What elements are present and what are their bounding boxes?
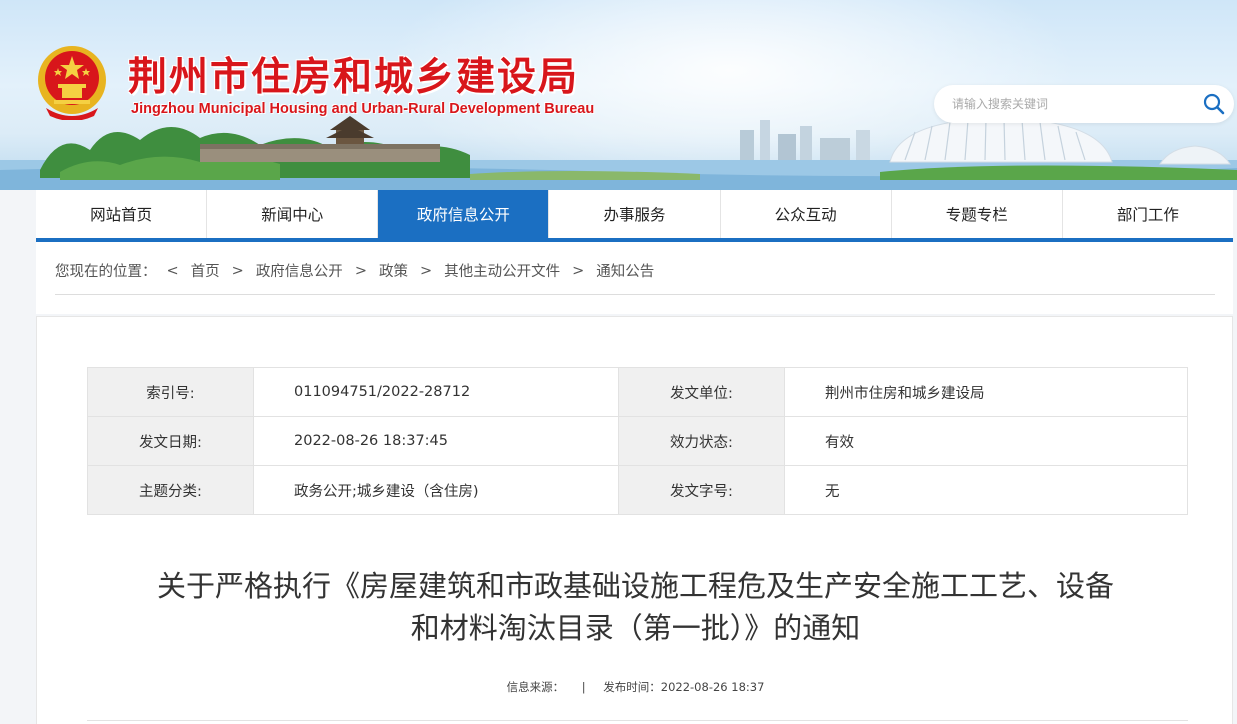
breadcrumb-lead-arrow: < [166,262,179,279]
table-row: 索引号: 011094751/2022-28712 发文单位: 荆州市住房和城乡… [87,367,1188,417]
breadcrumb-link-other-files[interactable]: 其他主动公开文件 [444,260,560,281]
nav-item-interaction[interactable]: 公众互动 [721,190,892,238]
breadcrumb-prefix: 您现在的位置： [55,264,157,280]
breadcrumb-separator: > [231,262,244,279]
article-divider [87,720,1188,721]
article-title-line: 关于严格执行《房屋建筑和市政基础设施工程危及生产安全施工工艺、设备 [156,569,1114,603]
nav-item-topics[interactable]: 专题专栏 [892,190,1063,238]
meta-value: 政务公开;城乡建设（含住房) [253,465,619,515]
main-nav: 网站首页 新闻中心 政府信息公开 办事服务 公众互动 专题专栏 部门工作 [36,190,1233,242]
breadcrumb: 您现在的位置： < 首页 > 政府信息公开 > 政策 > 其他主动公开文件 > … [55,260,654,281]
meta-value: 有效 [784,416,1188,466]
nav-item-dept-work[interactable]: 部门工作 [1063,190,1233,238]
meta-value: 011094751/2022-28712 [253,367,619,417]
search-box [934,85,1234,123]
publish-time: 2022-08-26 18:37 [660,680,765,694]
meta-key: 发文日期: [87,416,254,466]
breadcrumb-link-policy[interactable]: 政策 [379,260,408,281]
national-emblem-icon [38,46,106,120]
breadcrumb-link-gov-info[interactable]: 政府信息公开 [256,260,343,281]
meta-value: 2022-08-26 18:37:45 [253,416,619,466]
meta-value: 荆州市住房和城乡建设局 [784,367,1188,417]
table-row: 主题分类: 政务公开;城乡建设（含住房) 发文字号: 无 [87,465,1188,515]
site-subtitle: Jingzhou Municipal Housing and Urban-Rur… [131,101,595,117]
breadcrumb-bar: 您现在的位置： < 首页 > 政府信息公开 > 政策 > 其他主动公开文件 > … [36,242,1233,314]
meta-key: 效力状态: [618,416,785,466]
breadcrumb-divider [55,294,1215,295]
nav-item-gov-info[interactable]: 政府信息公开 [378,190,550,238]
search-icon[interactable] [1202,92,1226,116]
meta-key: 发文字号: [618,465,785,515]
site-title: 荆州市住房和城乡建设局 [128,55,580,100]
source-label: 信息来源： [506,680,565,694]
table-row: 发文日期: 2022-08-26 18:37:45 效力状态: 有效 [87,416,1188,466]
article-title: 关于严格执行《房屋建筑和市政基础设施工程危及生产安全施工工艺、设备 和材料淘汰目… [67,565,1204,649]
nav-item-home[interactable]: 网站首页 [36,190,208,238]
document-meta-table: 索引号: 011094751/2022-28712 发文单位: 荆州市住房和城乡… [87,367,1188,515]
article-title-line: 和材料淘汰目录（第一批）》的通知 [410,611,861,645]
breadcrumb-separator: > [419,262,433,279]
nav-item-services[interactable]: 办事服务 [549,190,721,238]
breadcrumb-link-notices[interactable]: 通知公告 [596,260,654,281]
nav-item-news[interactable]: 新闻中心 [207,190,379,238]
search-input[interactable] [952,94,1192,114]
meta-key: 索引号: [87,367,254,417]
breadcrumb-separator: > [572,262,585,279]
info-divider: | [581,680,586,694]
publish-label: 发布时间： [603,680,661,694]
article-panel: 索引号: 011094751/2022-28712 发文单位: 荆州市住房和城乡… [36,316,1233,724]
breadcrumb-link-home[interactable]: 首页 [191,260,220,281]
meta-value: 无 [784,465,1188,515]
meta-key: 发文单位: [618,367,785,417]
header-banner: 荆州市住房和城乡建设局 Jingzhou Municipal Housing a… [0,0,1237,190]
meta-key: 主题分类: [87,465,254,515]
article-info: 信息来源： | 发布时间：2022-08-26 18:37 [37,679,1234,695]
breadcrumb-separator: > [354,262,367,279]
